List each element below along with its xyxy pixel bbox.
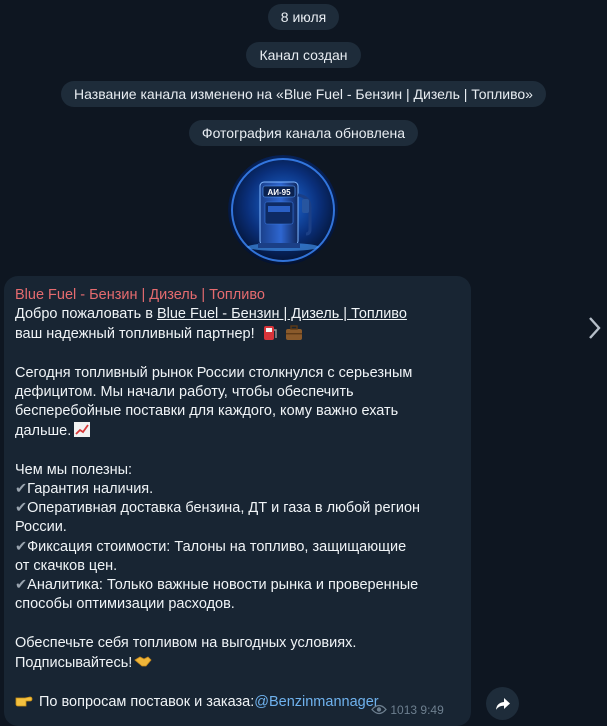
- backhand-index-pointing-right-icon: [15, 696, 33, 707]
- share-button[interactable]: [486, 687, 519, 720]
- eye-icon: [371, 704, 387, 715]
- cta-subscribe: Подписывайтесь!: [15, 654, 133, 671]
- pump-label: АИ-95: [267, 188, 291, 197]
- contact-handle-link[interactable]: @Benzinmannager: [254, 694, 378, 710]
- useful-title: Чем мы полезны:: [15, 461, 133, 478]
- channel-renamed-badge: Название канала изменено на «Blue Fuel -…: [61, 81, 546, 107]
- post-meta: 1013 9:49: [371, 703, 444, 717]
- heavy-check-mark-icon: ✔: [15, 500, 28, 517]
- post-author[interactable]: Blue Fuel - Бензин | Дизель | Топливо: [15, 286, 465, 305]
- next-post-arrow[interactable]: [581, 312, 607, 344]
- chart-increasing-icon: [74, 422, 91, 438]
- bullet-1-text: Гарантия наличия.: [27, 481, 154, 497]
- bullet-3-text: Фиксация стоимости: Талоны на топливо, з…: [27, 538, 407, 555]
- photo-updated-badge: Фотография канала обновлена: [188, 120, 419, 146]
- post-content: Blue Fuel - Бензин | Дизель | Топливо До…: [15, 286, 465, 712]
- market-text-end: дальше.: [15, 423, 72, 440]
- bullet-4-text: Аналитика: Только важные новости рынка и…: [27, 577, 419, 594]
- heavy-check-mark-icon: ✔: [15, 481, 28, 497]
- date-service-row: 8 июля: [0, 4, 607, 30]
- heavy-check-mark-icon: ✔: [15, 577, 28, 594]
- bullet-2-cont: России.: [15, 519, 67, 536]
- channel-photo[interactable]: АИ-95: [228, 155, 338, 265]
- welcome-line-1: Добро пожаловать в Blue Fuel - Бензин | …: [15, 305, 465, 324]
- channel-created-badge: Канал создан: [246, 42, 361, 68]
- handshake-icon: [134, 656, 152, 667]
- chevron-right-icon: [589, 317, 601, 339]
- channel-created-row: Канал создан: [0, 42, 607, 68]
- bullet-2-text: Оперативная доставка бензина, ДТ и газа …: [27, 500, 421, 517]
- bullet-2: ✔Оперативная доставка бензина, ДТ и газа…: [15, 499, 465, 518]
- bullet-3-cont: от скачков цен.: [15, 557, 118, 574]
- cta-text-2: Подписывайтесь!: [15, 653, 465, 673]
- market-text-2: дефицитом. Мы начали работу, чтобы обесп…: [15, 384, 354, 400]
- date-badge: 8 июля: [267, 4, 340, 30]
- welcome-line-2: ваш надежный топливный партнер!: [15, 324, 465, 344]
- market-text-1: Сегодня топливный рынок России столкнулс…: [15, 364, 413, 381]
- welcome-suffix: ваш надежный топливный партнер!: [15, 326, 255, 343]
- bullet-3: ✔Фиксация стоимости: Талоны на топливо, …: [15, 538, 465, 557]
- channel-mention-link[interactable]: Blue Fuel - Бензин | Дизель | Топливо: [157, 306, 407, 322]
- contact-prefix: По вопросам поставок и заказа:: [39, 694, 255, 711]
- bullet-4-cont: способы оптимизации расходов.: [15, 596, 235, 613]
- welcome-prefix: Добро пожаловать в: [15, 306, 157, 323]
- view-count: 1013: [390, 703, 418, 717]
- market-text-4: дальше.: [15, 421, 465, 441]
- heavy-check-mark-icon: ✔: [15, 538, 28, 555]
- market-text-3: бесперебойные поставки для каждого, кому…: [15, 403, 399, 420]
- photo-updated-row: Фотография канала обновлена: [0, 120, 607, 146]
- cta-text-1: Обеспечьте себя топливом на выгодных усл…: [15, 634, 357, 651]
- bullet-1: ✔Гарантия наличия.: [15, 480, 465, 499]
- bullet-4: ✔Аналитика: Только важные новости рынка …: [15, 576, 465, 595]
- share-arrow-icon: [495, 697, 510, 710]
- channel-renamed-row: Название канала изменено на «Blue Fuel -…: [0, 81, 607, 107]
- briefcase-icon: [285, 325, 302, 341]
- fuel-pump-icon: [263, 326, 277, 341]
- post-time: 9:49: [420, 703, 444, 717]
